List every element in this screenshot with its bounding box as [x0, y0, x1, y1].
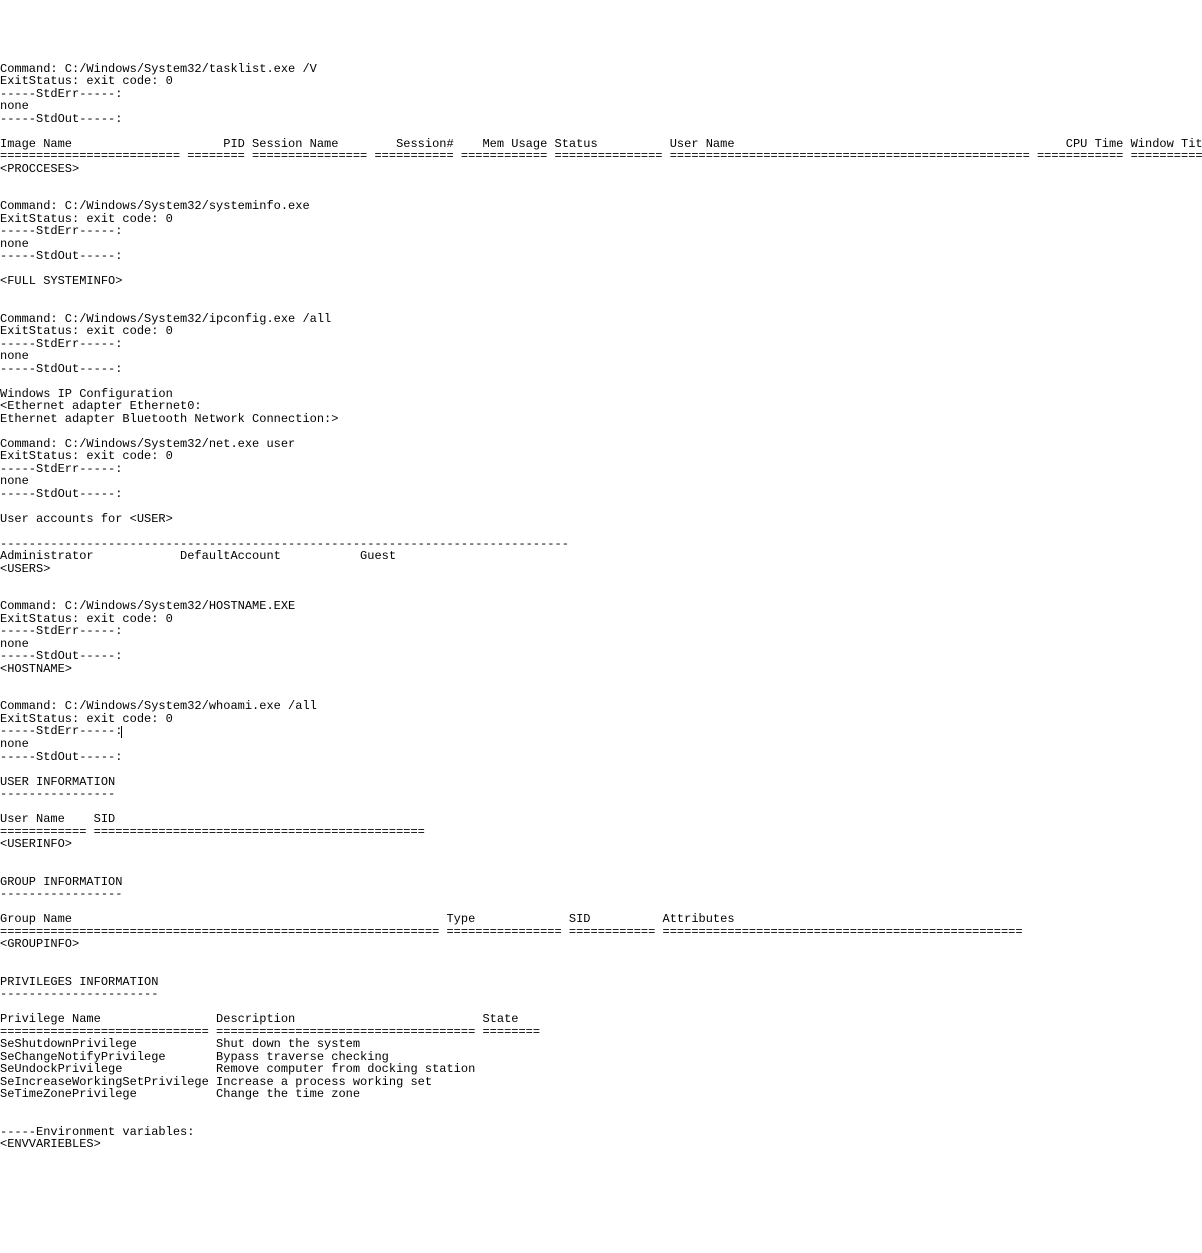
- output-line: -----StdOut-----:: [0, 250, 1202, 263]
- output-line: ----------------: [0, 788, 1202, 801]
- output-line: <ENVVARIEBLES>: [0, 1138, 1202, 1151]
- output-line: User accounts for <USER>: [0, 513, 1202, 526]
- output-line: Privilege Name Description State: [0, 1013, 1202, 1026]
- output-line: -----------------: [0, 888, 1202, 901]
- output-line: none: [0, 638, 1202, 651]
- output-line: [0, 675, 1202, 688]
- output-line: [0, 851, 1202, 864]
- output-line: -----StdOut-----:: [0, 650, 1202, 663]
- output-line: Command: C:/Windows/System32/HOSTNAME.EX…: [0, 600, 1202, 613]
- output-line: -----StdErr-----:: [0, 625, 1202, 638]
- output-line: none: [0, 350, 1202, 363]
- output-line: Command: C:/Windows/System32/net.exe use…: [0, 438, 1202, 451]
- output-line: ExitStatus: exit code: 0: [0, 213, 1202, 226]
- output-line: [0, 288, 1202, 301]
- output-line: ExitStatus: exit code: 0: [0, 450, 1202, 463]
- output-line: ============ ===========================…: [0, 826, 1202, 839]
- output-line: ExitStatus: exit code: 0: [0, 325, 1202, 338]
- output-line: <PROCCESES>: [0, 163, 1202, 176]
- output-line: ----------------------: [0, 988, 1202, 1001]
- output-line: ExitStatus: exit code: 0: [0, 75, 1202, 88]
- text-cursor: [121, 726, 122, 738]
- output-line: -----StdOut-----:: [0, 488, 1202, 501]
- output-line: -----StdErr-----:: [0, 725, 1202, 738]
- output-line: Ethernet adapter Bluetooth Network Conne…: [0, 413, 1202, 426]
- output-line: ========================= ======== =====…: [0, 150, 1202, 163]
- output-line: ExitStatus: exit code: 0: [0, 613, 1202, 626]
- output-line: Command: C:/Windows/System32/ipconfig.ex…: [0, 313, 1202, 326]
- output-line: USER INFORMATION: [0, 776, 1202, 789]
- output-line: Group Name Type SID Attributes: [0, 913, 1202, 926]
- output-line: -----StdOut-----:: [0, 751, 1202, 764]
- output-line: [0, 951, 1202, 964]
- output-line: [0, 525, 1202, 538]
- output-line: -----StdOut-----:: [0, 363, 1202, 376]
- output-line: SeUndockPrivilege Remove computer from d…: [0, 1063, 1202, 1076]
- output-line: [0, 175, 1202, 188]
- output-line: <HOSTNAME>: [0, 663, 1202, 676]
- output-line: -----Environment variables:: [0, 1126, 1202, 1139]
- output-line: Command: C:/Windows/System32/tasklist.ex…: [0, 63, 1202, 76]
- output-line: [0, 125, 1202, 138]
- output-line: -----StdErr-----:: [0, 338, 1202, 351]
- output-line: <GROUPINFO>: [0, 938, 1202, 951]
- terminal-output: Command: C:/Windows/System32/tasklist.ex…: [0, 63, 1202, 1151]
- output-line: <USERINFO>: [0, 838, 1202, 851]
- output-line: [0, 500, 1202, 513]
- output-line: [0, 763, 1202, 776]
- output-line: [0, 963, 1202, 976]
- output-line: [0, 1101, 1202, 1114]
- output-line: -----StdErr-----:: [0, 463, 1202, 476]
- output-line: [0, 1113, 1202, 1126]
- output-line: -----StdOut-----:: [0, 113, 1202, 126]
- output-line: Command: C:/Windows/System32/systeminfo.…: [0, 200, 1202, 213]
- output-line: <Ethernet adapter Ethernet0:: [0, 400, 1202, 413]
- output-line: none: [0, 475, 1202, 488]
- output-line: SeShutdownPrivilege Shut down the system: [0, 1038, 1202, 1051]
- output-line: ExitStatus: exit code: 0: [0, 713, 1202, 726]
- output-line: GROUP INFORMATION: [0, 876, 1202, 889]
- output-line: [0, 375, 1202, 388]
- output-line: [0, 300, 1202, 313]
- output-line: User Name SID: [0, 813, 1202, 826]
- output-line: none: [0, 738, 1202, 751]
- output-line: -----StdErr-----:: [0, 88, 1202, 101]
- output-line: [0, 263, 1202, 276]
- output-line: [0, 575, 1202, 588]
- output-line: <FULL SYSTEMINFO>: [0, 275, 1202, 288]
- output-line: <USERS>: [0, 563, 1202, 576]
- output-line: none: [0, 238, 1202, 251]
- output-line: none: [0, 100, 1202, 113]
- output-line: -----StdErr-----:: [0, 225, 1202, 238]
- output-line: ========================================…: [0, 926, 1202, 939]
- output-line: Administrator DefaultAccount Guest: [0, 550, 1202, 563]
- output-line: Command: C:/Windows/System32/whoami.exe …: [0, 700, 1202, 713]
- output-line: SeTimeZonePrivilege Change the time zone: [0, 1088, 1202, 1101]
- output-line: [0, 801, 1202, 814]
- output-line: [0, 425, 1202, 438]
- output-line: [0, 863, 1202, 876]
- output-line: PRIVILEGES INFORMATION: [0, 976, 1202, 989]
